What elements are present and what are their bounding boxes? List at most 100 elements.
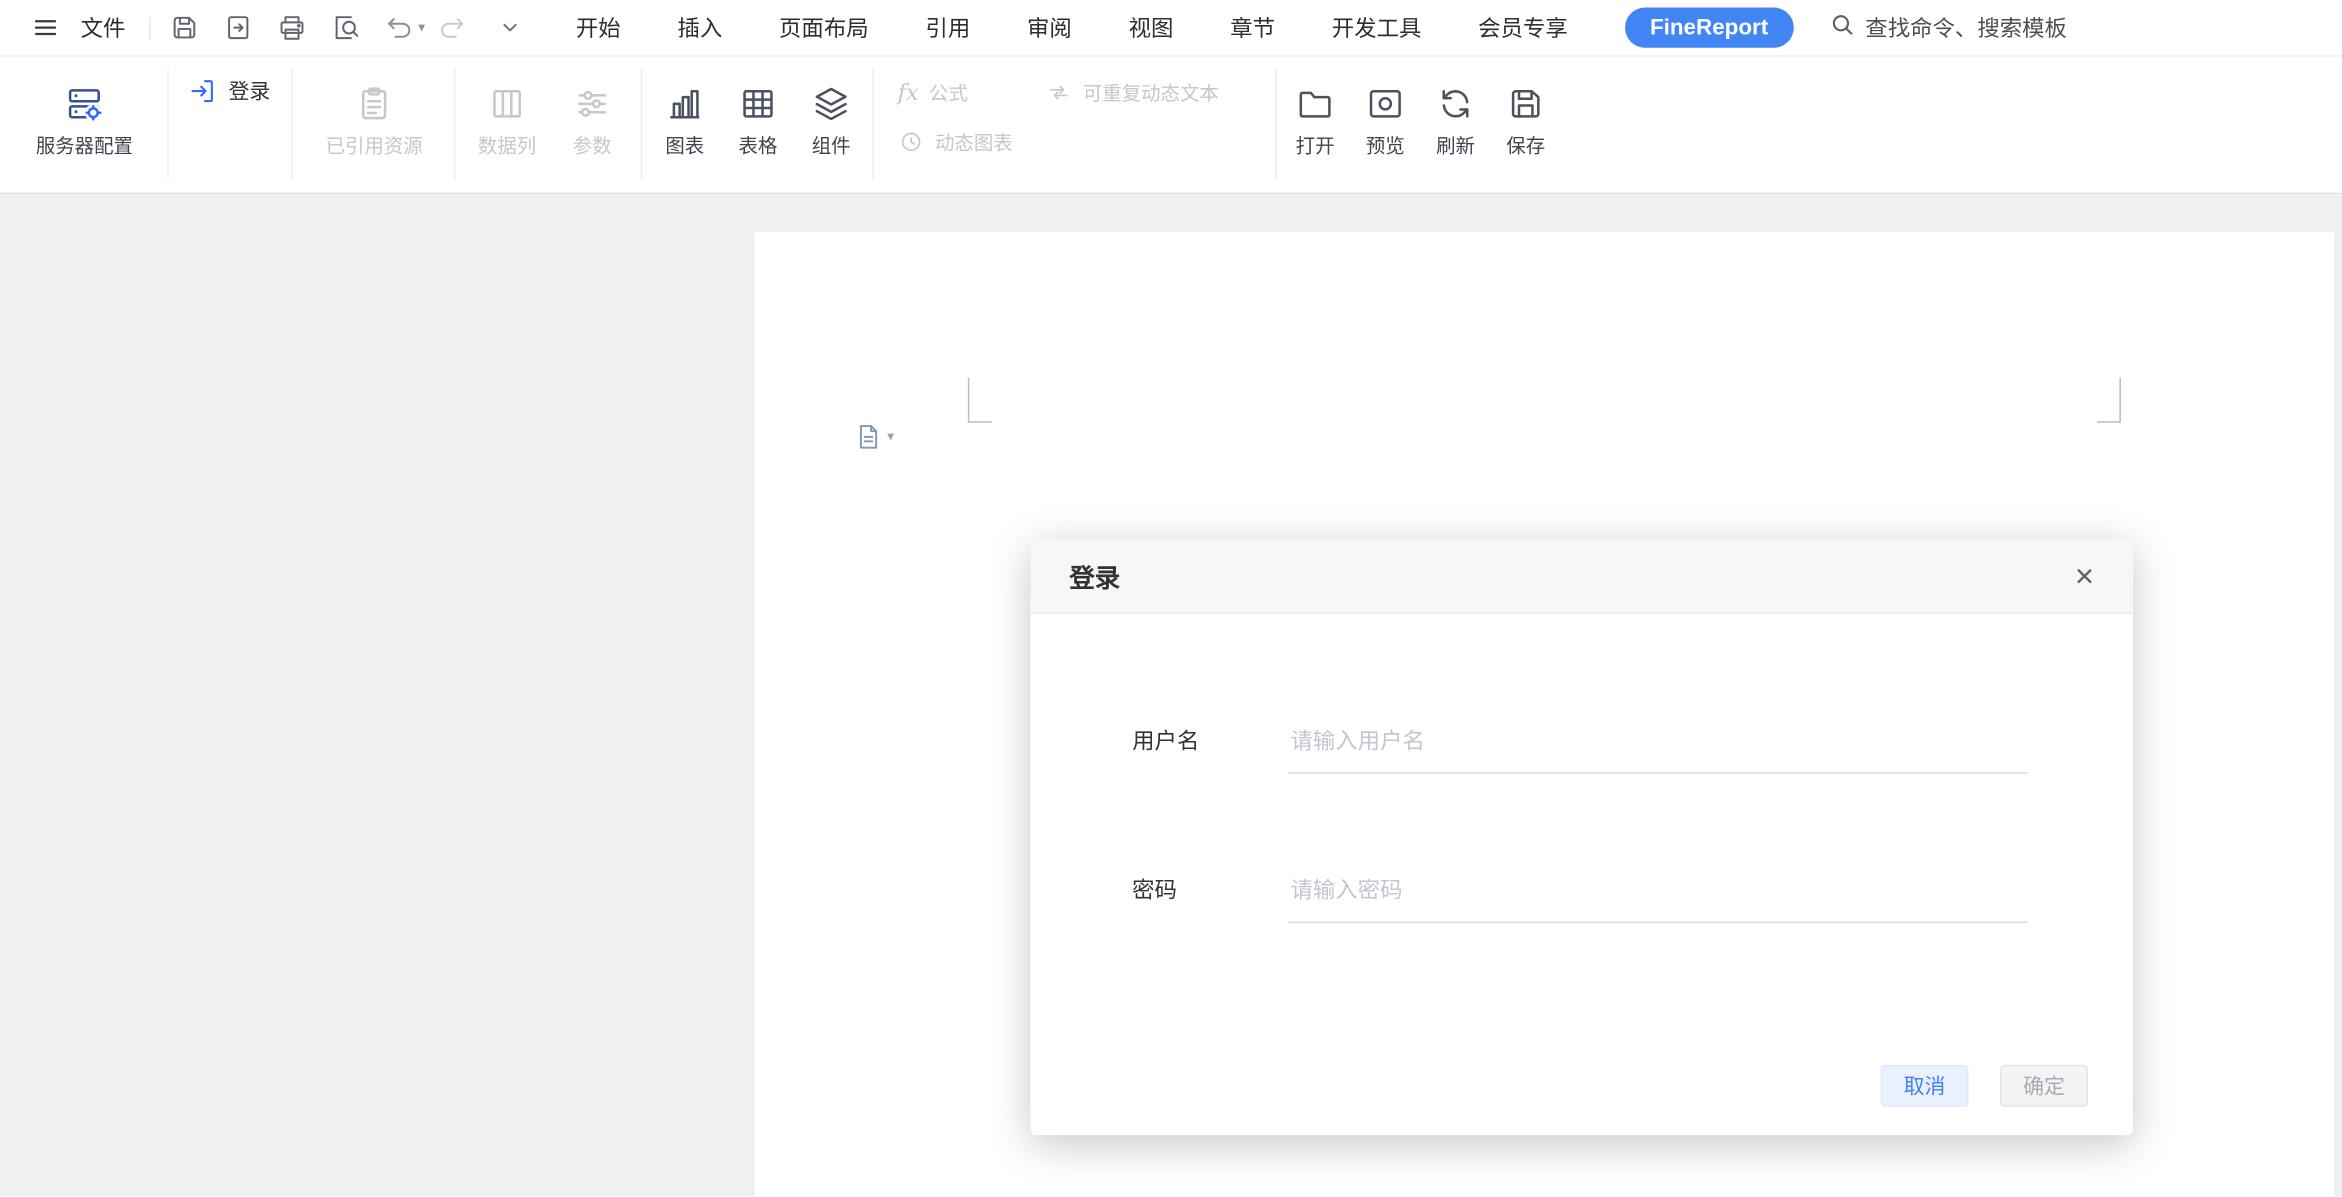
tab-review[interactable]: 审阅 (1027, 12, 1072, 43)
table-icon (738, 84, 778, 124)
menu-tabs: 开始 插入 页面布局 引用 审阅 视图 章节 开发工具 会员专享 FineRep… (576, 7, 1794, 47)
print-icon[interactable] (275, 11, 308, 44)
ribbon-group-data: 数据列 参数 (456, 57, 643, 193)
ribbon-row: fx 公式 可重复动态文本 (898, 76, 1277, 107)
dynamic-chart-icon (898, 128, 925, 155)
search-placeholder-text: 查找命令、搜索模板 (1865, 12, 2067, 43)
file-menu[interactable]: 文件 (81, 12, 126, 43)
refresh-icon (1435, 84, 1475, 124)
widget-layers-icon (811, 84, 851, 124)
ribbon-group-resources: 已引用资源 (293, 57, 456, 193)
formula-fx-icon: fx (898, 78, 919, 105)
data-column-button[interactable]: 数据列 (465, 84, 550, 156)
command-search[interactable]: 查找命令、搜索模板 (1829, 12, 2067, 43)
ribbon-toolbar: 服务器配置 登录 已引用资源 (0, 57, 2342, 194)
menubar: 文件 ▾ 开始 (0, 0, 2342, 57)
server-config-icon (64, 84, 104, 124)
widget-label: 组件 (812, 136, 851, 155)
tab-sections[interactable]: 章节 (1230, 12, 1275, 43)
data-column-label: 数据列 (478, 136, 536, 155)
tab-page-layout[interactable]: 页面布局 (779, 12, 869, 43)
tab-developer-tools[interactable]: 开发工具 (1332, 12, 1422, 43)
server-config-button[interactable]: 服务器配置 (36, 84, 133, 193)
login-button[interactable]: 登录 (188, 76, 293, 106)
ribbon-group-file-actions: 打开 预览 刷新 保存 (1277, 57, 1561, 193)
page-style-tool[interactable]: ▾ (856, 423, 894, 451)
ribbon-group-dynamic: fx 公式 可重复动态文本 动态图表 (874, 57, 1277, 193)
username-label: 用户名 (1132, 724, 1287, 755)
password-input[interactable] (1287, 878, 2028, 923)
username-input[interactable] (1287, 729, 2028, 774)
document-canvas: ▾ 登录 × 用户名 密码 取消 确定 (0, 194, 2342, 1196)
server-config-label: 服务器配置 (36, 136, 133, 155)
export-pdf-icon[interactable] (221, 11, 254, 44)
open-button[interactable]: 打开 (1280, 84, 1350, 156)
dynamic-chart-label: 动态图表 (935, 127, 1013, 155)
close-icon[interactable]: × (2075, 559, 2094, 592)
table-label: 表格 (739, 136, 778, 155)
save-icon[interactable] (167, 11, 200, 44)
margin-mark-topleft (968, 378, 992, 423)
ribbon-group-login: 登录 (169, 57, 293, 193)
login-dialog: 登录 × 用户名 密码 取消 确定 (1031, 539, 2133, 1135)
ribbon-row: 动态图表 (898, 125, 1277, 156)
params-label: 参数 (573, 136, 612, 155)
margin-mark-topright (2097, 378, 2121, 423)
ribbon-group-server: 服务器配置 (0, 57, 169, 193)
password-label: 密码 (1132, 874, 1287, 905)
redo-icon[interactable] (435, 11, 468, 44)
open-label: 打开 (1296, 136, 1335, 155)
ribbon-group-insert: 图表 表格 组件 (642, 57, 874, 193)
tab-start[interactable]: 开始 (576, 12, 621, 43)
quick-access-toolbar: 文件 ▾ (18, 11, 537, 44)
preview-button[interactable]: 预览 (1350, 84, 1420, 156)
dialog-title: 登录 (1069, 557, 1120, 594)
undo-caret-icon[interactable]: ▾ (418, 19, 425, 35)
login-label: 登录 (229, 76, 271, 106)
undo-icon[interactable] (382, 11, 415, 44)
referenced-resources-icon (354, 84, 394, 124)
ok-button[interactable]: 确定 (2000, 1065, 2088, 1107)
refresh-label: 刷新 (1436, 136, 1475, 155)
print-preview-icon[interactable] (329, 11, 362, 44)
document-icon (856, 423, 881, 451)
refresh-button[interactable]: 刷新 (1420, 84, 1490, 156)
data-column-icon (487, 84, 527, 124)
save-label: 保存 (1506, 136, 1545, 155)
dialog-footer: 取消 确定 (1880, 1065, 2088, 1107)
save-button[interactable]: 保存 (1491, 84, 1561, 156)
chart-icon (665, 84, 705, 124)
table-button[interactable]: 表格 (721, 84, 794, 156)
referenced-resources-button[interactable]: 已引用资源 (326, 84, 423, 193)
preview-eye-icon (1365, 84, 1405, 124)
cancel-button[interactable]: 取消 (1880, 1065, 1968, 1107)
caret-down-icon: ▾ (887, 429, 894, 445)
chevron-down-icon[interactable] (494, 11, 527, 44)
tab-finereport[interactable]: FineReport (1625, 7, 1794, 47)
save-box-icon (1506, 84, 1546, 124)
tab-member[interactable]: 会员专享 (1478, 12, 1568, 43)
hamburger-icon[interactable] (28, 11, 61, 44)
tab-insert[interactable]: 插入 (677, 12, 722, 43)
divider (149, 16, 150, 40)
search-icon (1829, 12, 1854, 43)
repeat-dynamic-text-label: 可重复动态文本 (1083, 78, 1219, 106)
dynamic-chart-button[interactable]: 动态图表 (898, 127, 1013, 155)
app-window: 文件 ▾ 开始 (0, 0, 2342, 1196)
params-button[interactable]: 参数 (550, 84, 635, 156)
dialog-header: 登录 × (1031, 539, 2133, 614)
open-folder-icon (1295, 84, 1335, 124)
tab-references[interactable]: 引用 (925, 12, 970, 43)
formula-label: 公式 (929, 78, 968, 106)
tab-view[interactable]: 视图 (1129, 12, 1174, 43)
username-row: 用户名 (1132, 724, 2028, 773)
chart-label: 图表 (665, 136, 704, 155)
widget-button[interactable]: 组件 (795, 84, 868, 156)
formula-button[interactable]: fx 公式 (898, 78, 1046, 106)
password-row: 密码 (1132, 874, 2028, 923)
repeat-arrows-icon (1046, 78, 1073, 105)
chart-button[interactable]: 图表 (648, 84, 721, 156)
repeat-dynamic-text-button[interactable]: 可重复动态文本 (1046, 78, 1219, 106)
login-icon (188, 76, 218, 106)
referenced-resources-label: 已引用资源 (326, 136, 423, 155)
